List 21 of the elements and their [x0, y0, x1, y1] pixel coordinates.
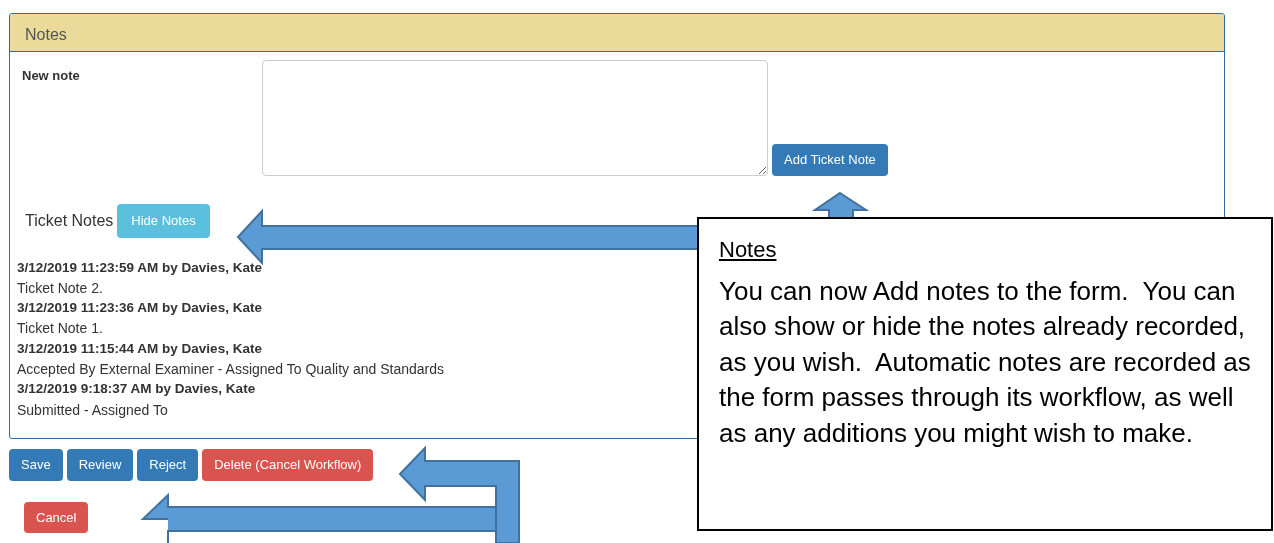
note-header: 3/12/2019 11:15:44 AM by Davies, Kate: [17, 339, 262, 358]
add-note-button[interactable]: Add Ticket Note: [772, 144, 888, 176]
note-text: Submitted - Assigned To: [17, 400, 168, 420]
arrow: [811, 191, 870, 219]
cancel-button[interactable]: Cancel: [24, 501, 89, 534]
action-button[interactable]: Reject: [137, 449, 199, 481]
note-header: 3/12/2019 9:18:37 AM by Davies, Kate: [17, 380, 256, 399]
action-button[interactable]: Delete (Cancel Workflow): [202, 449, 374, 481]
section-label: Ticket Notes: [25, 210, 114, 231]
action-button[interactable]: Save: [9, 449, 63, 481]
note-text: Ticket Note 2.: [17, 278, 103, 298]
panel-title: Notes: [10, 14, 1224, 52]
field-label: New note: [22, 68, 80, 83]
note-text: Ticket Note 1.: [17, 319, 103, 339]
note-field[interactable]: [262, 60, 768, 176]
note-header: 3/12/2019 11:23:36 AM by Davies, Kate: [17, 299, 262, 318]
note-header: 3/12/2019 11:23:59 AM by Davies, Kate: [17, 258, 262, 277]
callout-title: Notes: [719, 237, 777, 262]
note-text: Accepted By External Examiner - Assigned To Quality and Standards: [17, 360, 444, 380]
action-button[interactable]: Review: [66, 449, 134, 481]
callout-text: You can now Add notes to the form. You can also show or hide the notes already recorded, as you wish. Automatic notes are recorded as the form passes through its workflow, as well as any additions you might wish to make.: [719, 274, 1252, 450]
